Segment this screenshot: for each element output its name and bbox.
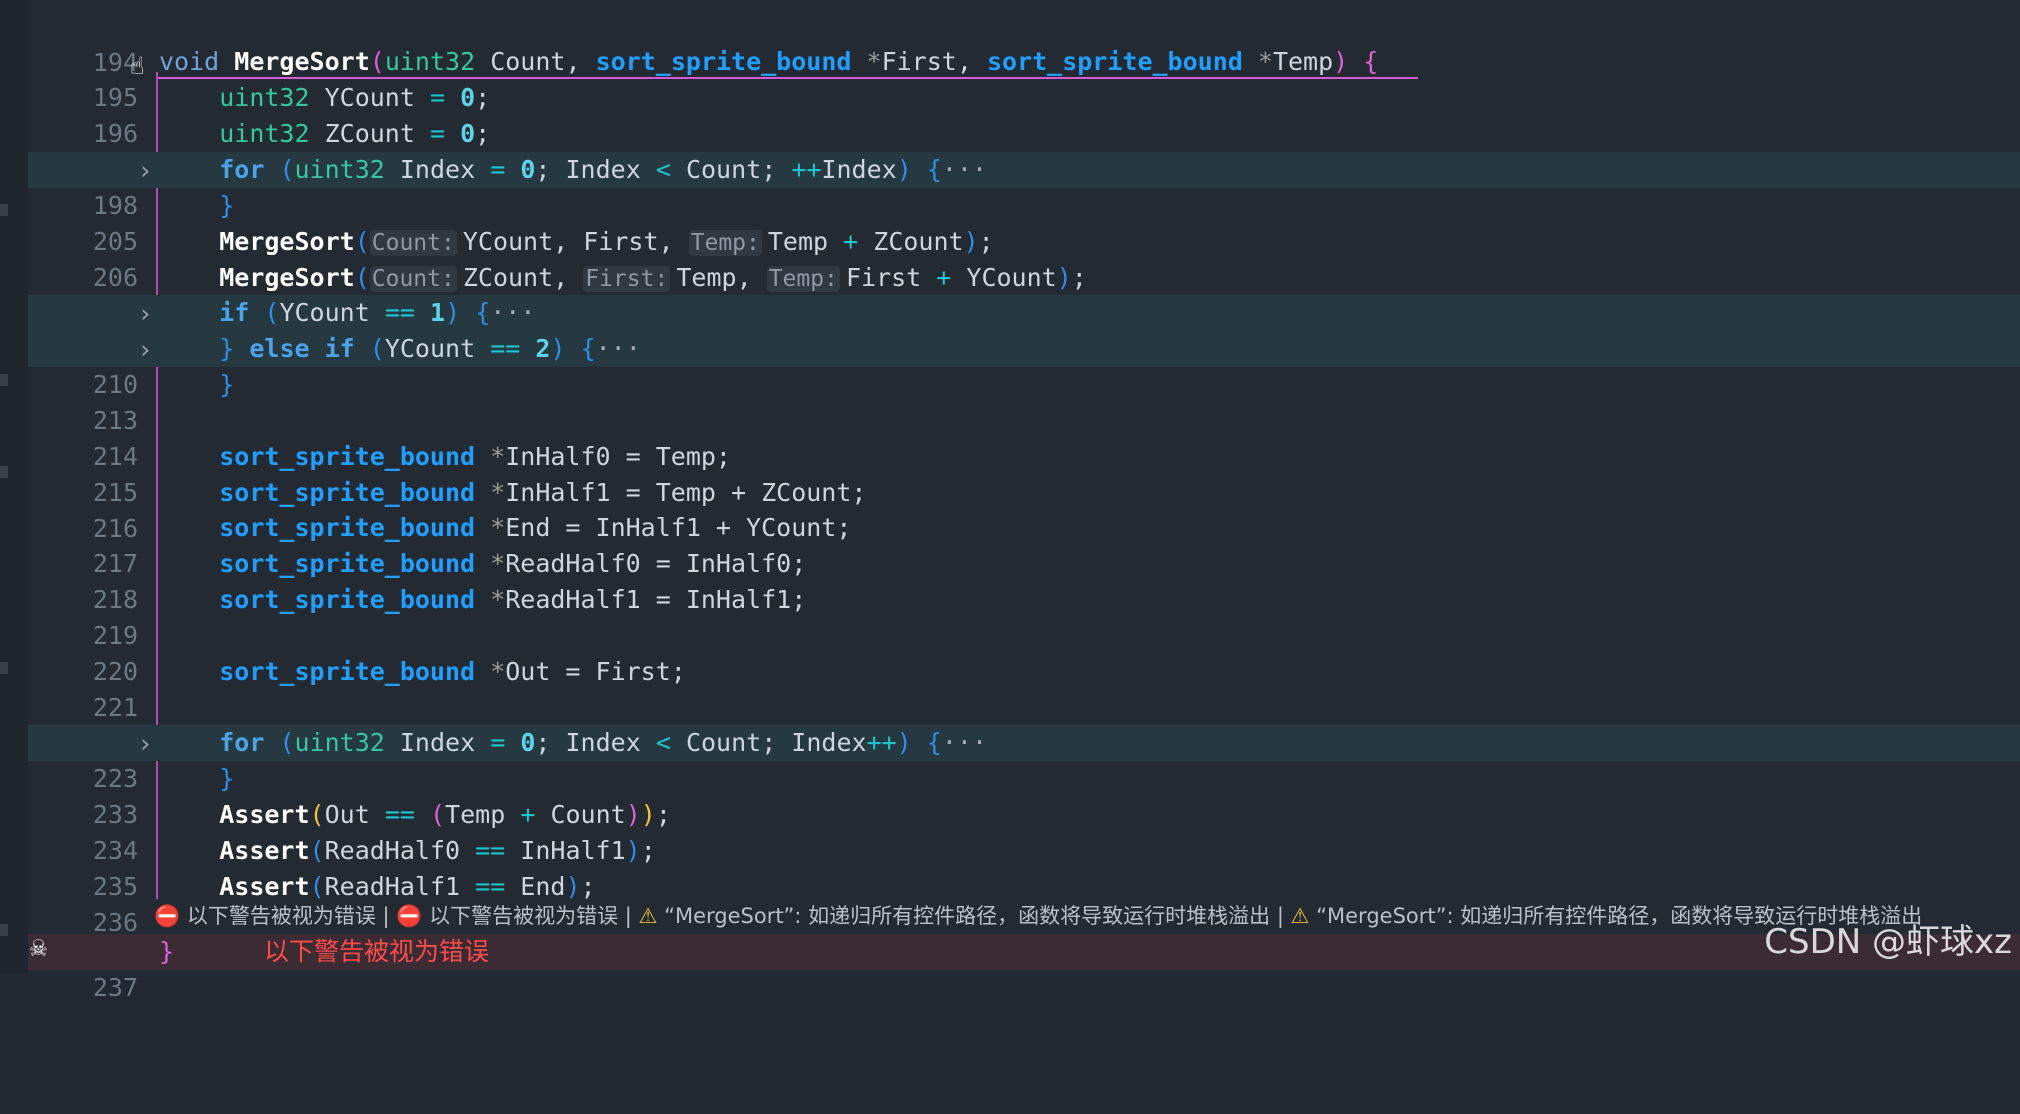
code-line[interactable]: 195 void MergeSort(uint32 Count, sort_sp…	[28, 44, 2020, 112]
code-line[interactable]: 214	[28, 403, 2020, 471]
code-line[interactable]: 218 sort_sprite_bound *ReadHalf0 = InHal…	[28, 546, 2020, 614]
code-line[interactable]: 219 sort_sprite_bound *ReadHalf1 = InHal…	[28, 582, 2020, 650]
code-line[interactable]: 233 }	[28, 761, 2020, 829]
code-line[interactable]: 194	[28, 9, 2020, 77]
warning-icon: ⚠	[638, 904, 658, 928]
inlay-hint: Count:	[369, 230, 457, 256]
code-line[interactable]: 206 MergeSort(Count: YCount, First, Temp:…	[28, 224, 2020, 292]
code-line-folded[interactable]: 208 › if (YCount == 1) {···	[28, 295, 2020, 363]
chevron-right-icon[interactable]: ›	[130, 296, 160, 330]
inlay-hint: Count:	[369, 266, 457, 292]
code-line-current[interactable]: 207 MergeSort(Count:ZCount, First:Temp, …	[28, 260, 2020, 328]
inlay-hint: First:	[583, 266, 671, 292]
code-line[interactable]: 197 uint32 ZCount = 0;	[28, 116, 2020, 184]
code-line[interactable]: 222	[28, 690, 2020, 758]
skull-icon: ☠	[30, 930, 47, 963]
diagnostic-message: “MergeSort”: 如递归所有控件路径，函数将导致运行时堆栈溢出 |	[664, 904, 1284, 928]
code-line[interactable]: 213 }	[28, 367, 2020, 435]
code-line[interactable]: 216 sort_sprite_bound *InHalf1 = Temp + …	[28, 475, 2020, 543]
code-line-folded[interactable]: 198 › for (uint32 Index = 0; Index < Cou…	[28, 152, 2020, 220]
code-editor[interactable]: 194 195 void MergeSort(uint32 Count, sor…	[0, 0, 2020, 1002]
code-line-folded[interactable]: 223 › for (uint32 Index = 0; Index < Cou…	[28, 725, 2020, 793]
line-number: 237	[92, 973, 138, 1002]
diagnostic-message: 以下警告被视为错误 |	[429, 904, 632, 928]
watermark: CSDN @虾球xz	[1764, 922, 2012, 962]
code-line[interactable]: 221 sort_sprite_bound *Out = First;	[28, 654, 2020, 722]
gutter-marker	[0, 466, 8, 478]
gutter-marker	[0, 924, 8, 936]
code-line[interactable]: 205 }	[28, 188, 2020, 256]
chevron-right-icon[interactable]: ›	[130, 726, 160, 760]
inline-error-message: 以下警告被视为错误	[264, 937, 490, 966]
error-lens-diagnostics: ⛔ 以下警告被视为错误 | ⛔ 以下警告被视为错误 | ⚠ “MergeSort…	[154, 898, 2020, 934]
folded-ellipsis-icon[interactable]: ···	[942, 728, 987, 757]
code-line[interactable]: 220	[28, 618, 2020, 686]
code-line[interactable]: 235 Assert(ReadHalf0 == InHalf1);	[28, 833, 2020, 901]
folded-ellipsis-icon[interactable]: ···	[490, 298, 535, 327]
chevron-right-icon[interactable]: ›	[130, 153, 160, 187]
inlay-hint: Temp:	[688, 230, 762, 256]
code-line[interactable]: 215 sort_sprite_bound *InHalf0 = Temp;	[28, 439, 2020, 507]
diagnostic-message: 以下警告被视为错误 |	[186, 904, 390, 928]
folded-ellipsis-icon[interactable]: ···	[596, 334, 641, 363]
error-icon: ⛔	[154, 904, 181, 928]
error-icon: ⛔	[396, 904, 423, 928]
warning-icon: ⚠	[1290, 904, 1310, 928]
inlay-hint: Temp:	[766, 266, 840, 292]
gutter-marker	[0, 204, 8, 216]
code-line[interactable]: 234 Assert(Out == (Temp + Count));	[28, 797, 2020, 865]
gutter-marker	[0, 662, 8, 674]
gutter-marker	[0, 374, 8, 386]
code-line-folded[interactable]: 210 › } else if (YCount == 2) {···	[28, 331, 2020, 399]
pointer-cursor-icon: ☝	[130, 52, 145, 80]
chevron-right-icon[interactable]: ›	[130, 332, 160, 366]
code-line-error[interactable]: 237 } 以下警告被视为错误	[28, 934, 2020, 1002]
code-line[interactable]: 217 sort_sprite_bound *End = InHalf1 + Y…	[28, 510, 2020, 578]
code-line[interactable]: 196 uint32 YCount = 0;	[28, 80, 2020, 148]
folded-ellipsis-icon[interactable]: ···	[942, 155, 987, 184]
activity-bar	[0, 0, 28, 973]
function-name: MergeSort	[234, 47, 370, 76]
